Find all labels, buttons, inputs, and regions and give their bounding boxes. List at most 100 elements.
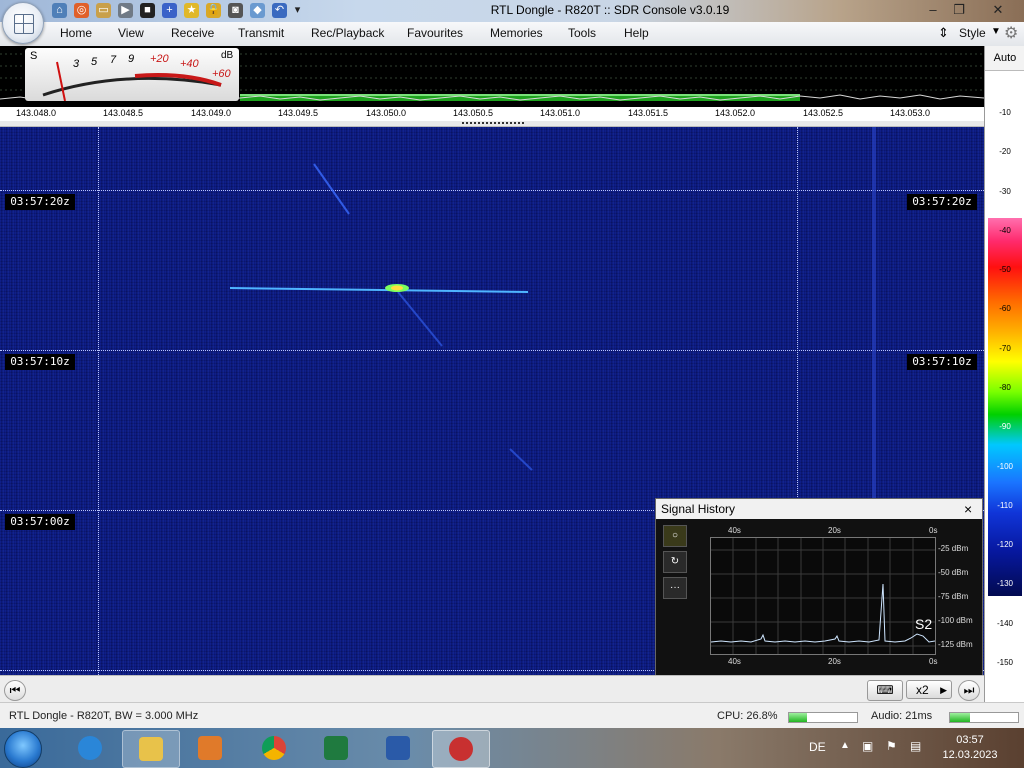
audio-status: Audio: 21ms	[871, 710, 933, 722]
add-icon[interactable]: +	[162, 3, 177, 18]
refresh-icon[interactable]: ↻	[663, 551, 687, 573]
stop-icon[interactable]: ■	[140, 3, 155, 18]
history-time-label: 0s	[929, 526, 938, 535]
taskbar-file-explorer[interactable]	[122, 730, 180, 768]
taskbar-word[interactable]	[370, 730, 426, 766]
start-button[interactable]	[4, 730, 42, 768]
menu-help[interactable]: Help	[624, 26, 649, 40]
settings-gear-icon[interactable]: ⚙	[1004, 23, 1018, 43]
db-tick: -80	[999, 383, 1011, 392]
signal-history-close-icon[interactable]: ×	[964, 499, 972, 519]
language-indicator[interactable]: DE	[809, 740, 826, 754]
undo-icon[interactable]: ↶	[272, 3, 287, 18]
taskbar-clock[interactable]: 03:57 12.03.2023	[940, 733, 1000, 763]
time-marker-left: 03:57:20z	[5, 194, 75, 210]
freq-label: 143.049.5	[278, 108, 319, 118]
taskbar-internet-explorer[interactable]	[62, 730, 118, 766]
menu-home[interactable]: Home	[60, 26, 92, 40]
db-tick: -90	[999, 422, 1011, 431]
history-level-label: -50 dBm	[938, 568, 969, 577]
minimize-icon[interactable]: –	[921, 1, 945, 19]
tray-network-icon[interactable]: ▤	[910, 739, 921, 753]
style-dropdown-icon[interactable]: ▼	[991, 26, 1001, 37]
freq-label: 143.048.5	[103, 108, 144, 118]
forward-icon[interactable]: ⏭	[958, 680, 980, 701]
folder-icon[interactable]: ▭	[96, 3, 111, 18]
smeter-label-s: S	[30, 50, 38, 62]
zoom-arrow-icon: ▶	[940, 685, 947, 695]
play-icon[interactable]: ▶	[118, 3, 133, 18]
camera-icon[interactable]: ◙	[228, 3, 243, 18]
menu-memories[interactable]: Memories	[490, 26, 543, 40]
close-icon[interactable]: ✕	[985, 1, 1011, 19]
favourite-star-icon[interactable]: ★	[184, 3, 199, 18]
time-marker-left: 03:57:10z	[5, 354, 75, 370]
db-tick: -100	[996, 462, 1013, 471]
frequency-scale[interactable]: 143.048.0 143.048.5 143.049.0 143.049.5 …	[0, 107, 984, 121]
taskbar-sdr-console[interactable]	[432, 730, 490, 768]
menu-favourites[interactable]: Favourites	[407, 26, 463, 40]
smeter-label-plus20: +20	[150, 53, 169, 65]
auto-scale-button[interactable]: Auto	[985, 46, 1024, 71]
application-menu-button[interactable]	[2, 2, 44, 44]
menu-rec-playback[interactable]: Rec/Playback	[311, 26, 384, 40]
windows-taskbar: DE ▲ ▣ ⚑ ▤ 03:57 12.03.2023	[0, 728, 1024, 768]
db-scale[interactable]: Auto -10 -20 -30 -40 -50 -60 -70 -80 -90…	[984, 46, 1024, 702]
taskbar-excel[interactable]	[308, 730, 364, 766]
menu-bar: Home View Receive Transmit Rec/Playback …	[0, 22, 1024, 47]
clock-date: 12.03.2023	[942, 749, 998, 761]
title-bar: ⌂ ◎ ▭ ▶ ■ + ★ 🔒 ◙ ◆ ↶ ▾ RTL Dongle - R82…	[0, 0, 1024, 22]
freq-label: 143.048.0	[16, 108, 57, 118]
sdr-console-icon	[449, 737, 473, 761]
db-tick: -150	[996, 658, 1013, 667]
quick-access-dropdown-icon[interactable]: ▾	[290, 3, 305, 18]
history-level-label: -100 dBm	[938, 616, 973, 625]
internet-explorer-icon	[78, 736, 102, 760]
tray-flag-icon[interactable]: ⚑	[886, 739, 897, 753]
menu-receive[interactable]: Receive	[171, 26, 214, 40]
s-meter: S 3 5 7 9 +20 +40 +60 dB	[25, 48, 239, 101]
time-marker-left: 03:57:00z	[5, 514, 75, 530]
history-time-label: 20s	[828, 657, 841, 666]
clock-time: 03:57	[956, 734, 984, 746]
history-time-label: 40s	[728, 657, 741, 666]
signal-history-plot	[710, 537, 936, 655]
tray-expand-icon[interactable]: ▲	[840, 740, 850, 751]
zoom-selector[interactable]: x2 ▶	[906, 680, 952, 699]
history-level-label: -125 dBm	[938, 640, 973, 649]
menu-view[interactable]: View	[118, 26, 144, 40]
chrome-icon	[262, 736, 286, 760]
db-tick: -30	[999, 187, 1011, 196]
taskbar-chrome[interactable]	[246, 730, 302, 766]
taskbar-media-player[interactable]	[182, 730, 238, 766]
status-bar: RTL Dongle - R820T, BW = 3.000 MHz CPU: …	[0, 702, 1024, 729]
smeter-label-plus60: +60	[212, 68, 231, 80]
home-icon[interactable]: ⌂	[52, 3, 67, 18]
freq-label: 143.050.5	[453, 108, 494, 118]
more-options-button[interactable]: ···	[663, 577, 687, 599]
restore-icon[interactable]: ❐	[947, 1, 971, 19]
folder-icon	[139, 737, 163, 761]
history-level-label: -25 dBm	[938, 544, 969, 553]
smeter-unit: dB	[221, 50, 234, 61]
history-time-label: 20s	[828, 526, 841, 535]
signal-history-title: Signal History	[661, 502, 736, 516]
lifebuoy-icon[interactable]: ◎	[74, 3, 89, 18]
zoom-value: x2	[916, 683, 929, 697]
word-icon	[386, 736, 410, 760]
rewind-icon[interactable]: ⏮	[4, 680, 26, 701]
style-arrows-icon[interactable]: ⇕	[938, 25, 949, 41]
audio-meter-fill	[950, 713, 971, 722]
drop-icon[interactable]: ◆	[250, 3, 265, 18]
cpu-meter-fill	[789, 713, 808, 722]
bandwidth-marker[interactable]	[462, 122, 524, 126]
style-menu[interactable]: Style	[959, 26, 986, 40]
tray-device-icon[interactable]: ▣	[862, 739, 873, 753]
keyboard-icon[interactable]: ⌨	[867, 680, 903, 701]
lock-icon[interactable]: 🔒	[206, 3, 221, 18]
menu-transmit[interactable]: Transmit	[238, 26, 284, 40]
freq-label: 143.052.5	[803, 108, 844, 118]
app-menu-icon	[14, 14, 34, 34]
menu-tools[interactable]: Tools	[568, 26, 596, 40]
record-circle-icon[interactable]: ○	[663, 525, 687, 547]
